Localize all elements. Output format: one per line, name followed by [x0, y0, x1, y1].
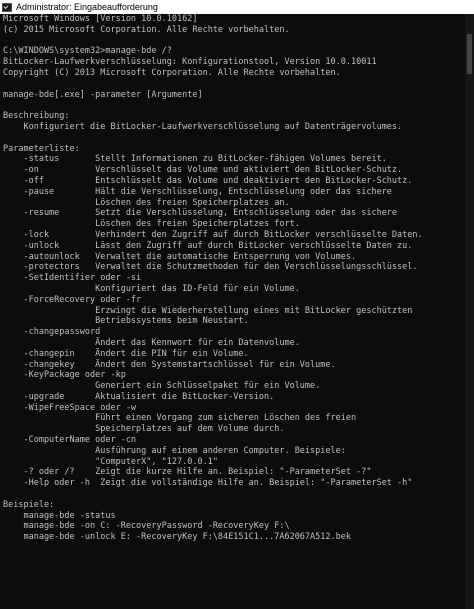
console-line: "ComputerX", "127.0.0.1" [3, 456, 218, 467]
title-bar[interactable]: Administrator: Eingabeaufforderung [0, 0, 474, 14]
console-line: -on Verschlüsselt das Volume und aktivie… [3, 165, 403, 176]
console-line: Microsoft Windows [Version 10.0.10162] [3, 14, 198, 24]
console-line: Beispiele: [3, 499, 55, 510]
console-line: -pause Hält die Verschlüsselung, Entschl… [3, 186, 392, 197]
console-line: (c) 2015 Microsoft Corporation. Alle Rec… [3, 24, 290, 35]
console-line: Generiert ein Schlüsselpaket für ein Vol… [3, 381, 321, 392]
console-line: -WipeFreeSpace oder -w [3, 402, 137, 413]
console-line: Speicherplatzes auf dem Volume durch. [3, 424, 285, 435]
console-line: -resume Setzt die Verschlüsselung, Entsc… [3, 208, 398, 219]
vertical-scrollbar[interactable] [465, 14, 474, 609]
window-title: Administrator: Eingabeaufforderung [16, 2, 158, 12]
console-line: Erzwingt die Wiederherstellung eines mit… [3, 305, 413, 316]
console-line: -? oder /? Zeigt die kurze Hilfe an. Bei… [3, 467, 372, 478]
console-line: -SetIdentifier oder -si [3, 273, 142, 284]
console-line: -Help oder -h Zeigt die vollständige Hil… [3, 478, 413, 489]
console-line: Betriebssystems beim Neustart. [3, 316, 249, 327]
cmd-window: Administrator: Eingabeaufforderung Micro… [0, 0, 474, 609]
console-line: C:\WINDOWS\system32>manage-bde /? [3, 46, 172, 57]
console-line: manage-bde -on C: -RecoveryPassword -Rec… [3, 521, 290, 532]
console-line: -upgrade Aktualisiert die BitLocker-Vers… [3, 391, 275, 402]
console-line: -changekey Ändert den Systemstartschlüss… [3, 359, 336, 370]
console-line: -off Entschlüsselt das Volume und deakti… [3, 175, 413, 186]
console-line: -changepassword [3, 327, 101, 338]
console-line: -status Stellt Informationen zu BitLocke… [3, 154, 387, 165]
scrollbar-thumb[interactable] [467, 34, 472, 74]
console-line: Beschreibung: [3, 111, 70, 122]
console-line: -changepin Ändert die PIN für ein Volume… [3, 348, 249, 359]
console-line: -protectors Verwaltet die Schutzmethoden… [3, 262, 418, 273]
console-line: Ändert das Kennwort für ein Datenvolume. [3, 337, 300, 348]
console-line: -KeyPackage oder -kp [3, 370, 126, 381]
console-line: -ComputerName oder -cn [3, 435, 137, 446]
console-line: manage-bde[.exe] -parameter [Argumente] [3, 89, 203, 100]
console-line: -unlock Lässt den Zugriff auf durch BitL… [3, 240, 413, 251]
console-line: -autounlock Verwaltet die automatische E… [3, 251, 357, 262]
cmd-icon [2, 2, 12, 12]
console-line: Copyright (C) 2013 Microsoft Corporation… [3, 67, 341, 78]
console-line: manage-bde -status [3, 510, 116, 521]
console-line: Parameterliste: [3, 143, 80, 154]
console-line: manage-bde -unlock E: -RecoveryKey F:\84… [3, 532, 351, 543]
console-line: Löschen des freien Speicherplatzes an. [3, 197, 290, 208]
console-line: Konfiguriert die BitLocker-Laufwerkversc… [3, 121, 403, 132]
console-line: Führt einen Vorgang zum sicheren Löschen… [3, 413, 357, 424]
console-line: Ausführung auf einem anderen Computer. B… [3, 445, 346, 456]
console-line: Löschen des freien Speicherplatzes fort. [3, 219, 300, 230]
console-line: Konfiguriert das ID-Feld für ein Volume. [3, 283, 300, 294]
console-line: -lock Verhindert den Zugriff auf durch B… [3, 229, 423, 240]
console-line: BitLocker-Laufwerkverschlüsselung: Konfi… [3, 57, 377, 68]
console-line: -ForceRecovery oder -fr [3, 294, 142, 305]
console-output[interactable]: Microsoft Windows [Version 10.0.10162] (c… [3, 14, 464, 609]
